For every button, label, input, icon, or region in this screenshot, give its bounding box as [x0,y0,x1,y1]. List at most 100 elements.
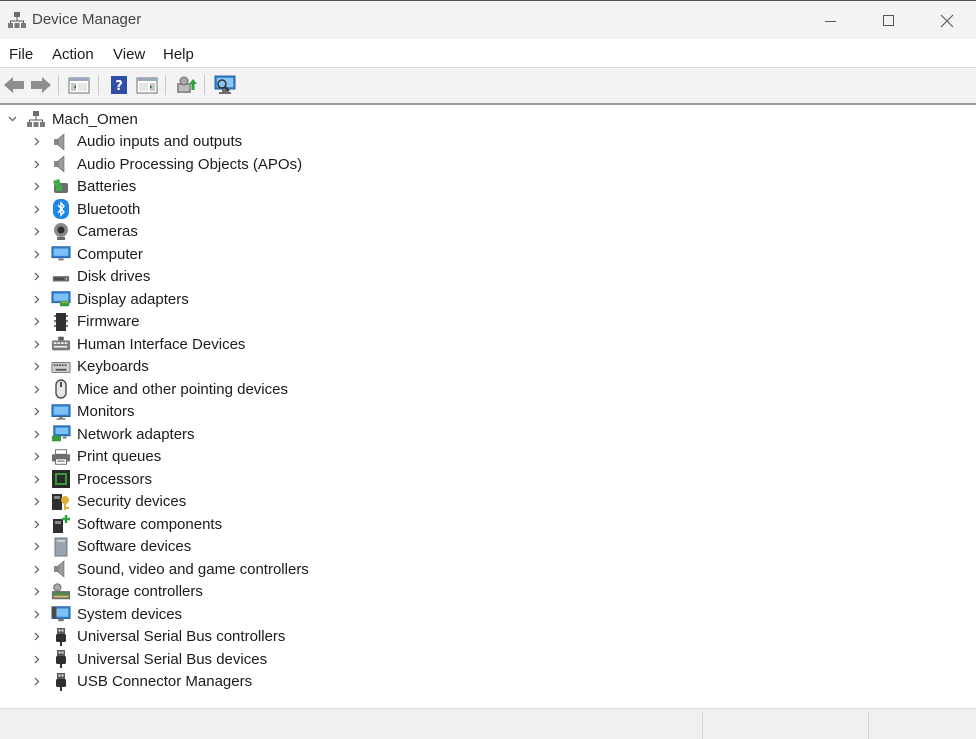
tree-item-usb-connector-managers[interactable]: USB Connector Managers [31,671,252,693]
chevron-right-icon[interactable] [31,136,43,148]
chevron-right-icon[interactable] [31,293,43,305]
chevron-right-icon[interactable] [31,473,43,485]
tree-item-universal-serial-bus-devices[interactable]: Universal Serial Bus devices [31,648,267,670]
chevron-right-icon[interactable] [31,271,43,283]
firmware-icon [51,312,71,332]
status-divider [702,712,703,739]
speaker-icon [51,559,71,579]
tree-item-mice-and-other-pointing-devices[interactable]: Mice and other pointing devices [31,378,288,400]
chevron-right-icon[interactable] [31,248,43,260]
svg-text:?: ? [115,79,123,94]
menu-help[interactable]: Help [163,46,194,63]
menu-action[interactable]: Action [52,46,94,63]
tree-item-label: Display adapters [77,290,189,308]
help-button[interactable]: ? [107,73,131,97]
close-button[interactable] [918,2,976,40]
tree-root-mach-omen[interactable]: Mach_Omen [6,108,138,130]
toolbar-separator [98,75,99,95]
tree-item-audio-inputs-and-outputs[interactable]: Audio inputs and outputs [31,131,242,153]
tree-item-network-adapters[interactable]: Network adapters [31,423,195,445]
tree-item-security-devices[interactable]: Security devices [31,491,186,513]
tree-item-label: Universal Serial Bus controllers [77,628,286,645]
tree-item-computer[interactable]: Computer [31,243,143,265]
scan-hardware-changes-icon [214,75,236,94]
tree-item-universal-serial-bus-controllers[interactable]: Universal Serial Bus controllers [31,626,285,648]
chevron-down-icon[interactable] [6,113,18,125]
tree-item-batteries[interactable]: Batteries [31,176,136,198]
chevron-right-icon[interactable] [31,316,43,328]
chevron-right-icon[interactable] [31,383,43,395]
back-button[interactable] [2,73,26,97]
monitor-icon [51,402,71,422]
disk-drive-icon [51,267,71,287]
properties-button[interactable] [135,73,159,97]
speaker-icon [51,154,71,174]
toolbar-separator [204,75,205,95]
chevron-right-icon[interactable] [31,608,43,620]
chevron-right-icon[interactable] [31,653,43,665]
tree-item-label: Computer [77,245,143,263]
chevron-right-icon[interactable] [31,406,43,418]
chevron-right-icon[interactable] [31,518,43,530]
tree-item-label: Universal Serial Bus devices [77,650,268,668]
maximize-button[interactable] [860,2,918,40]
chevron-right-icon[interactable] [31,541,43,553]
chevron-right-icon[interactable] [31,361,43,373]
chevron-right-icon[interactable] [31,496,43,508]
title-bar[interactable]: Device Manager [0,1,976,39]
tree-item-software-components[interactable]: Software components [31,513,222,535]
toolbar: ? [0,68,976,103]
tree-item-monitors[interactable]: Monitors [31,401,135,423]
help-icon: ? [111,76,127,94]
chevron-right-icon[interactable] [31,338,43,350]
tree-root-label: Mach_Omen [52,110,138,128]
tree-item-print-queues[interactable]: Print queues [31,446,161,468]
show-hide-console-tree-icon [68,77,90,94]
chevron-right-icon[interactable] [31,181,43,193]
minimize-button[interactable] [802,2,860,40]
tree-item-human-interface-devices[interactable]: Human Interface Devices [31,333,245,355]
forward-button[interactable] [29,73,53,97]
tree-item-system-devices[interactable]: System devices [31,603,182,625]
tree-item-label: Storage controllers [77,583,203,600]
chevron-right-icon[interactable] [31,586,43,598]
network-adapter-icon [51,424,71,444]
chevron-right-icon[interactable] [31,676,43,688]
tree-item-keyboards[interactable]: Keyboards [31,356,149,378]
tree-item-software-devices[interactable]: Software devices [31,536,191,558]
tree-item-cameras[interactable]: Cameras [31,221,138,243]
chevron-right-icon[interactable] [31,203,43,215]
tree-item-sound-video-and-game-controllers[interactable]: Sound, video and game controllers [31,558,309,580]
update-driver-button[interactable] [174,73,198,97]
chevron-right-icon[interactable] [31,226,43,238]
usb-icon [51,649,71,669]
chevron-right-icon[interactable] [31,158,43,170]
tree-item-disk-drives[interactable]: Disk drives [31,266,150,288]
chevron-right-icon[interactable] [31,451,43,463]
menu-file[interactable]: File [9,46,33,63]
show-hide-console-tree-button[interactable] [67,73,91,97]
toolbar-separator [165,75,166,95]
tree-item-processors[interactable]: Processors [31,468,152,490]
software-device-icon [51,537,71,557]
menu-view[interactable]: View [113,46,145,63]
close-icon [940,14,954,28]
tree-item-storage-controllers[interactable]: Storage controllers [31,581,203,603]
bluetooth-icon [51,199,71,219]
window-title: Device Manager [32,11,142,28]
tree-item-display-adapters[interactable]: Display adapters [31,288,189,310]
chevron-right-icon[interactable] [31,563,43,575]
scan-hardware-changes-button[interactable] [213,73,237,97]
speaker-icon [51,132,71,152]
tree-item-firmware[interactable]: Firmware [31,311,140,333]
tree-item-label: Audio inputs and outputs [77,133,243,150]
tree-item-label: USB Connector Managers [77,673,253,690]
minimize-icon [825,21,836,22]
tree-item-label: Network adapters [77,425,195,443]
chevron-right-icon[interactable] [31,428,43,440]
tree-item-label: Firmware [77,313,140,330]
tree-item-bluetooth[interactable]: Bluetooth [31,198,140,220]
chevron-right-icon[interactable] [31,631,43,643]
tree-item-label: Processors [77,470,153,488]
tree-item-audio-processing-objects-apos[interactable]: Audio Processing Objects (APOs) [31,153,302,175]
